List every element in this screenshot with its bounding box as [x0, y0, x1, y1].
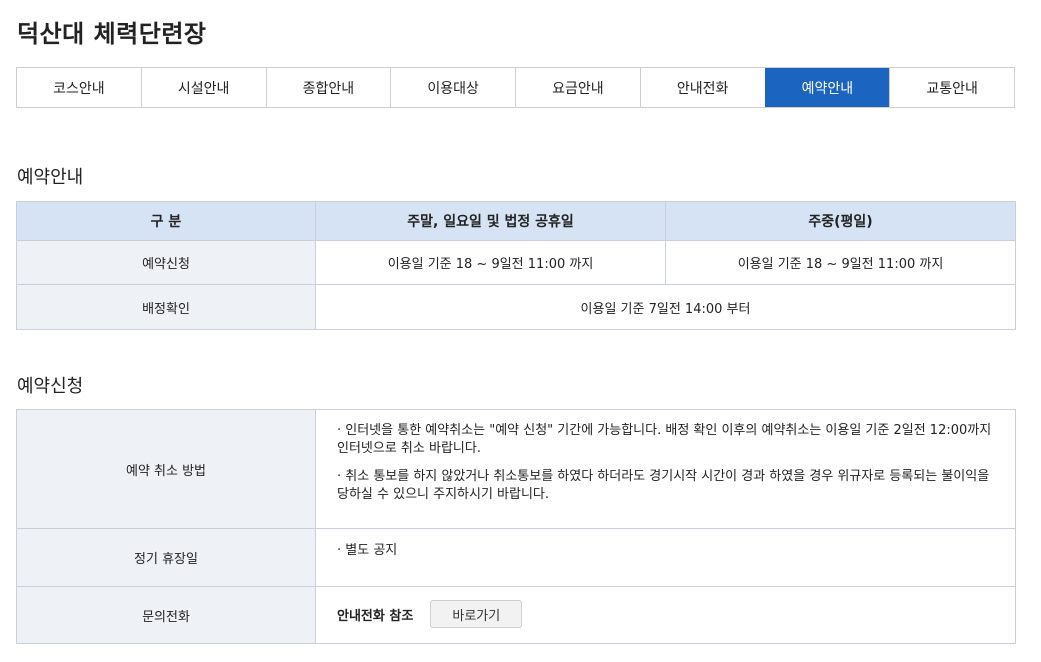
table-row: 문의전화 안내전화 참조 바로가기 [16, 586, 1016, 644]
cancel-content: · 인터넷을 통한 예약취소는 "예약 신청" 기간에 가능합니다. 배정 확인… [315, 409, 1016, 529]
contact-text: 안내전화 참조 [337, 608, 414, 624]
tab-course[interactable]: 코스안내 [17, 68, 141, 107]
goto-button[interactable]: 바로가기 [430, 600, 523, 628]
tab-general[interactable]: 종합안내 [265, 68, 391, 107]
contact-content: 안내전화 참조 바로가기 [315, 586, 1016, 644]
tab-facilities[interactable]: 시설안내 [140, 68, 266, 107]
reservation-apply-table: 예약 취소 방법 · 인터넷을 통한 예약취소는 "예약 신청" 기간에 가능합… [16, 409, 1016, 644]
holiday-content: · 별도 공지 [315, 528, 1016, 587]
tab-eligibility[interactable]: 이용대상 [390, 68, 515, 107]
row-label-assignment: 배정확인 [16, 284, 316, 330]
table-header-row: 구 분 주말, 일요일 및 법정 공휴일 주중(평일) [16, 201, 1016, 241]
tab-bar: 코스안내 시설안내 종합안내 이용대상 요금안내 안내전화 예약안내 교통안내 [16, 67, 1015, 108]
cell-weekday-apply: 이용일 기준 18 ~ 9일전 11:00 까지 [665, 240, 1016, 285]
cell-weekend-apply: 이용일 기준 18 ~ 9일전 11:00 까지 [315, 240, 666, 285]
row-label-apply: 예약신청 [16, 240, 316, 285]
table-row: 예약신청 이용일 기준 18 ~ 9일전 11:00 까지 이용일 기준 18 … [16, 240, 1016, 285]
section-title-reservation-info: 예약안내 [17, 167, 84, 188]
row-label-holiday: 정기 휴장일 [16, 528, 316, 587]
table-row: 배정확인 이용일 기준 7일전 14:00 부터 [16, 284, 1016, 330]
reservation-info-table: 구 분 주말, 일요일 및 법정 공휴일 주중(평일) 예약신청 이용일 기준 … [16, 201, 1016, 330]
contact-wrap: 안내전화 참조 바로가기 [337, 587, 997, 641]
tab-transport[interactable]: 교통안내 [889, 68, 1014, 107]
header-weekend: 주말, 일요일 및 법정 공휴일 [315, 201, 666, 241]
cancel-bullet-2: · 취소 통보를 하지 않았거나 취소통보를 하였다 하더라도 경기시작 시간이… [337, 469, 990, 502]
table-row: 예약 취소 방법 · 인터넷을 통한 예약취소는 "예약 신청" 기간에 가능합… [16, 409, 1016, 529]
holiday-value: · 별도 공지 [337, 543, 398, 558]
row-label-contact: 문의전화 [16, 586, 316, 644]
table-row: 정기 휴장일 · 별도 공지 [16, 528, 1016, 587]
tab-phone[interactable]: 안내전화 [639, 68, 765, 107]
cancel-bullet-1: · 인터넷을 통한 예약취소는 "예약 신청" 기간에 가능합니다. 배정 확인… [337, 423, 992, 456]
section-title-reservation-apply: 예약신청 [17, 376, 84, 397]
row-label-cancel: 예약 취소 방법 [16, 409, 316, 529]
tab-fees[interactable]: 요금안내 [515, 68, 640, 107]
page-title: 덕산대 체력단련장 [17, 20, 207, 48]
header-category: 구 분 [16, 201, 316, 241]
cell-assignment: 이용일 기준 7일전 14:00 부터 [315, 284, 1016, 330]
tab-reservation[interactable]: 예약안내 [764, 68, 890, 107]
header-weekday: 주중(평일) [665, 201, 1016, 241]
